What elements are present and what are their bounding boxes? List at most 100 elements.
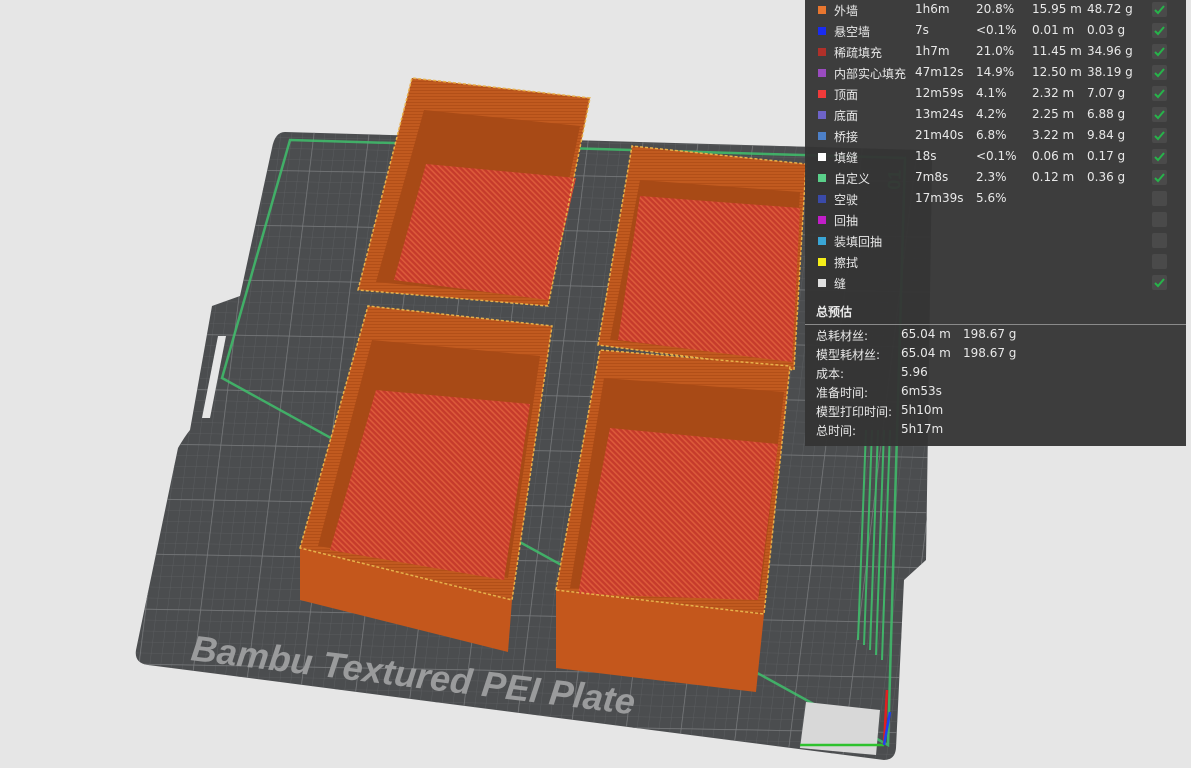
feature-weight: 0.17 g	[1087, 149, 1126, 163]
model-box-bottom-right[interactable]	[555, 349, 791, 692]
feature-weight: 48.72 g	[1087, 2, 1133, 16]
summary-row: 总耗材丝: 65.04 m 198.67 g	[805, 326, 1186, 345]
visibility-checkbox[interactable]	[1152, 275, 1167, 290]
feature-time: 7s	[915, 23, 929, 37]
excluded-region	[800, 702, 880, 755]
color-swatch	[818, 90, 826, 98]
summary-value: 5h17m	[901, 422, 944, 436]
feature-time: 18s	[915, 149, 937, 163]
feature-length: 0.01 m	[1032, 23, 1075, 37]
feature-percent: 20.8%	[976, 2, 1015, 16]
color-swatch	[818, 258, 826, 266]
feature-row[interactable]: 悬空墙 7s <0.1% 0.01 m 0.03 g	[805, 21, 1186, 42]
summary-value: 5.96	[901, 365, 928, 379]
feature-name: 顶面	[834, 88, 859, 102]
feature-percent: 4.2%	[976, 107, 1007, 121]
feature-row[interactable]: 底面 13m24s 4.2% 2.25 m 6.88 g	[805, 105, 1186, 126]
color-swatch	[818, 27, 826, 35]
color-swatch	[818, 216, 826, 224]
feature-row[interactable]: 顶面 12m59s 4.1% 2.32 m 7.07 g	[805, 84, 1186, 105]
feature-length: 11.45 m	[1032, 44, 1082, 58]
visibility-checkbox[interactable]	[1152, 191, 1167, 206]
feature-row[interactable]: 外墙 1h6m 20.8% 15.95 m 48.72 g	[805, 0, 1186, 21]
summary-row: 总时间: 5h17m	[805, 421, 1186, 440]
feature-time: 17m39s	[915, 191, 964, 205]
feature-time: 12m59s	[915, 86, 964, 100]
model-box-top-left[interactable]	[357, 77, 591, 307]
visibility-checkbox[interactable]	[1152, 149, 1167, 164]
feature-row[interactable]: 空驶 17m39s 5.6%	[805, 189, 1186, 210]
visibility-checkbox[interactable]	[1152, 65, 1167, 80]
feature-row[interactable]: 擦拭	[805, 252, 1186, 273]
visibility-checkbox[interactable]	[1152, 107, 1167, 122]
model-box-top-right[interactable]	[597, 145, 807, 371]
feature-weight: 6.88 g	[1087, 107, 1126, 121]
color-swatch	[818, 132, 826, 140]
gcode-legend-panel: 外墙 1h6m 20.8% 15.95 m 48.72 g 悬空墙 7s <0.1% 0.01 …	[805, 0, 1186, 446]
feature-row[interactable]: 装填回抽	[805, 231, 1186, 252]
feature-percent: 14.9%	[976, 65, 1015, 79]
feature-percent: 4.1%	[976, 86, 1007, 100]
feature-row[interactable]: 填缝 18s <0.1% 0.06 m 0.17 g	[805, 147, 1186, 168]
feature-name: 悬空墙	[834, 25, 871, 39]
feature-length: 12.50 m	[1032, 65, 1082, 79]
visibility-checkbox[interactable]	[1152, 86, 1167, 101]
color-swatch	[818, 69, 826, 77]
feature-row[interactable]: 内部实心填充 47m12s 14.9% 12.50 m 38.19 g	[805, 63, 1186, 84]
summary-row: 成本: 5.96	[805, 364, 1186, 383]
check-icon	[1154, 89, 1165, 99]
visibility-checkbox[interactable]	[1152, 2, 1167, 17]
check-icon	[1154, 5, 1165, 15]
feature-name: 底面	[834, 109, 859, 123]
feature-length: 0.12 m	[1032, 170, 1075, 184]
feature-name: 缝	[834, 277, 847, 291]
feature-percent: 2.3%	[976, 170, 1007, 184]
summary-label: 成本:	[816, 367, 845, 381]
feature-row[interactable]: 桥接 21m40s 6.8% 3.22 m 9.84 g	[805, 126, 1186, 147]
feature-weight: 0.36 g	[1087, 170, 1126, 184]
feature-row[interactable]: 自定义 7m8s 2.3% 0.12 m 0.36 g	[805, 168, 1186, 189]
feature-name: 桥接	[834, 130, 859, 144]
color-swatch	[818, 111, 826, 119]
color-swatch	[818, 48, 826, 56]
summary-row: 模型打印时间: 5h10m	[805, 402, 1186, 421]
summary-label: 模型耗材丝:	[816, 348, 881, 362]
visibility-checkbox[interactable]	[1152, 23, 1167, 38]
feature-time: 13m24s	[915, 107, 964, 121]
feature-name: 外墙	[834, 4, 859, 18]
summary-label: 总耗材丝:	[816, 329, 869, 343]
feature-name: 回抽	[834, 214, 859, 228]
feature-length: 2.32 m	[1032, 86, 1075, 100]
feature-name: 空驶	[834, 193, 859, 207]
summary-label: 模型打印时间:	[816, 405, 893, 419]
color-swatch	[818, 279, 826, 287]
check-icon	[1154, 47, 1165, 57]
color-swatch	[818, 174, 826, 182]
visibility-checkbox[interactable]	[1152, 254, 1167, 269]
check-icon	[1154, 26, 1165, 36]
feature-name: 装填回抽	[834, 235, 883, 249]
feature-name: 内部实心填充	[834, 67, 907, 81]
feature-time: 1h6m	[915, 2, 950, 16]
feature-row[interactable]: 回抽	[805, 210, 1186, 231]
visibility-checkbox[interactable]	[1152, 212, 1167, 227]
visibility-checkbox[interactable]	[1152, 128, 1167, 143]
visibility-checkbox[interactable]	[1152, 44, 1167, 59]
feature-row[interactable]: 稀疏填充 1h7m 21.0% 11.45 m 34.96 g	[805, 42, 1186, 63]
feature-percent: 6.8%	[976, 128, 1007, 142]
feature-name: 擦拭	[834, 256, 859, 270]
feature-weight: 7.07 g	[1087, 86, 1126, 100]
feature-length: 0.06 m	[1032, 149, 1075, 163]
check-icon	[1154, 173, 1165, 183]
feature-time: 47m12s	[915, 65, 964, 79]
visibility-checkbox[interactable]	[1152, 233, 1167, 248]
visibility-checkbox[interactable]	[1152, 170, 1167, 185]
color-swatch	[818, 237, 826, 245]
feature-weight: 38.19 g	[1087, 65, 1133, 79]
summary-value: 6m53s	[901, 384, 942, 398]
feature-row[interactable]: 缝	[805, 273, 1186, 294]
summary-label: 总时间:	[816, 424, 857, 438]
feature-weight: 9.84 g	[1087, 128, 1126, 142]
feature-percent: 21.0%	[976, 44, 1015, 58]
summary-row: 准备时间: 6m53s	[805, 383, 1186, 402]
